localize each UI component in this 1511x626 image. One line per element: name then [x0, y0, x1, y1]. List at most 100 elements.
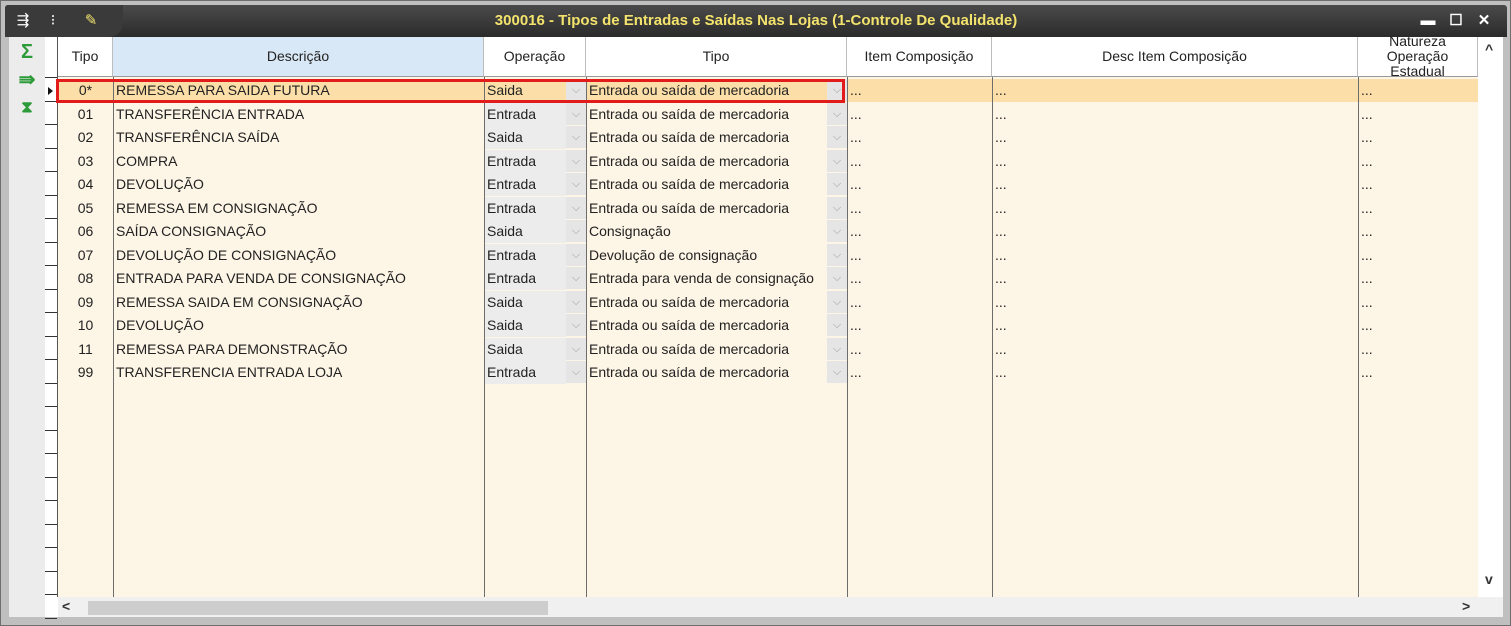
cell-natureza[interactable]: ...	[1358, 361, 1478, 384]
cell-operacao[interactable]: Entrada	[484, 103, 566, 126]
cell-natureza[interactable]: ...	[1358, 314, 1478, 337]
dropdown-chevron-icon[interactable]: ⌵	[566, 173, 586, 195]
dropdown-chevron-icon[interactable]: ⌵	[827, 338, 847, 360]
cell-desc-item-composicao[interactable]: ...	[992, 103, 1358, 126]
cell-tipo[interactable]: 04	[58, 173, 113, 196]
cell-item-composicao[interactable]: ...	[847, 361, 992, 384]
cell-tipo[interactable]: 02	[58, 126, 113, 149]
dropdown-chevron-icon[interactable]: ⌵	[566, 267, 586, 289]
cell-natureza[interactable]: ...	[1358, 291, 1478, 314]
cell-natureza[interactable]: ...	[1358, 197, 1478, 220]
cell-item-composicao[interactable]: ...	[847, 338, 992, 361]
cell-descricao[interactable]: SAÍDA CONSIGNAÇÃO	[113, 220, 484, 243]
dropdown-chevron-icon[interactable]: ⌵	[566, 338, 586, 360]
cell-tipo[interactable]: 08	[58, 267, 113, 290]
dropdown-chevron-icon[interactable]: ⌵	[827, 150, 847, 172]
cell-descricao[interactable]: ENTRADA PARA VENDA DE CONSIGNAÇÃO	[113, 267, 484, 290]
minimize-button[interactable]: ▬	[1417, 11, 1439, 31]
cell-operacao[interactable]: Saida	[484, 314, 566, 337]
cell-descricao[interactable]: DEVOLUÇÃO DE CONSIGNAÇÃO	[113, 244, 484, 267]
cell-item-composicao[interactable]: ...	[847, 173, 992, 196]
cell-operacao[interactable]: Saida	[484, 291, 566, 314]
cell-item-composicao[interactable]: ...	[847, 220, 992, 243]
cell-tipo2[interactable]: Devolução de consignação	[586, 244, 827, 267]
cell-operacao[interactable]: Saida	[484, 126, 566, 149]
data-grid[interactable]: Tipo Descrição Operação Tipo Item Compos…	[45, 34, 1503, 619]
cell-operacao[interactable]: Entrada	[484, 173, 566, 196]
cell-desc-item-composicao[interactable]: ...	[992, 338, 1358, 361]
dropdown-chevron-icon[interactable]: ⌵	[827, 197, 847, 219]
cell-operacao[interactable]: Entrada	[484, 150, 566, 173]
cell-tipo[interactable]: 01	[58, 103, 113, 126]
cell-desc-item-composicao[interactable]: ...	[992, 314, 1358, 337]
cell-tipo2[interactable]: Entrada ou saída de mercadoria	[586, 173, 827, 196]
dropdown-chevron-icon[interactable]: ⌵	[827, 291, 847, 313]
dropdown-chevron-icon[interactable]: ⌵	[566, 126, 586, 148]
col-header-descricao[interactable]: Descrição	[113, 37, 484, 77]
cell-operacao[interactable]: Entrada	[484, 361, 566, 384]
cell-desc-item-composicao[interactable]: ...	[992, 173, 1358, 196]
cell-tipo2[interactable]: Entrada para venda de consignação	[586, 267, 827, 290]
cell-natureza[interactable]: ...	[1358, 244, 1478, 267]
filter-icon[interactable]: ⧗	[15, 97, 39, 119]
cell-descricao[interactable]: DEVOLUÇÃO	[113, 314, 484, 337]
cell-desc-item-composicao[interactable]: ...	[992, 197, 1358, 220]
scroll-right-arrow[interactable]: >	[1462, 598, 1470, 614]
cell-item-composicao[interactable]: ...	[847, 150, 992, 173]
col-header-desc-item-composicao[interactable]: Desc Item Composição	[992, 37, 1358, 77]
cell-operacao[interactable]: Saida	[484, 220, 566, 243]
dropdown-chevron-icon[interactable]: ⌵	[827, 314, 847, 336]
close-button[interactable]: ✕	[1473, 11, 1495, 31]
dropdown-chevron-icon[interactable]: ⌵	[827, 173, 847, 195]
cell-tipo2[interactable]: Entrada ou saída de mercadoria	[586, 103, 827, 126]
cell-descricao[interactable]: COMPRA	[113, 150, 484, 173]
dropdown-chevron-icon[interactable]: ⌵	[827, 103, 847, 125]
dropdown-chevron-icon[interactable]: ⌵	[566, 361, 586, 383]
cell-tipo2[interactable]: Entrada ou saída de mercadoria	[586, 197, 827, 220]
cell-tipo[interactable]: 09	[58, 291, 113, 314]
cell-desc-item-composicao[interactable]: ...	[992, 220, 1358, 243]
scroll-up-arrow[interactable]: ^	[1485, 41, 1493, 57]
cell-tipo2[interactable]: Entrada ou saída de mercadoria	[586, 314, 827, 337]
maximize-button[interactable]: ☐	[1445, 11, 1467, 31]
horizontal-scrollbar[interactable]: < >	[58, 597, 1503, 617]
cell-item-composicao[interactable]: ...	[847, 267, 992, 290]
cell-item-composicao[interactable]: ...	[847, 103, 992, 126]
dropdown-chevron-icon[interactable]: ⌵	[566, 291, 586, 313]
dropdown-chevron-icon[interactable]: ⌵	[566, 244, 586, 266]
scroll-down-arrow[interactable]: v	[1485, 571, 1493, 587]
col-header-item-composicao[interactable]: Item Composição	[847, 37, 992, 77]
cell-tipo2[interactable]: Consignação	[586, 220, 827, 243]
dropdown-chevron-icon[interactable]: ⌵	[566, 314, 586, 336]
cell-tipo2[interactable]: Entrada ou saída de mercadoria	[586, 150, 827, 173]
cell-item-composicao[interactable]: ...	[847, 79, 992, 102]
cell-natureza[interactable]: ...	[1358, 150, 1478, 173]
col-header-operacao[interactable]: Operação	[484, 37, 586, 77]
sum-icon[interactable]: Σ	[15, 41, 39, 63]
dropdown-chevron-icon[interactable]: ⌵	[827, 220, 847, 242]
cell-tipo[interactable]: 03	[58, 150, 113, 173]
cell-item-composicao[interactable]: ...	[847, 291, 992, 314]
cell-natureza[interactable]: ...	[1358, 126, 1478, 149]
dropdown-chevron-icon[interactable]: ⌵	[566, 197, 586, 219]
cell-tipo[interactable]: 99	[58, 361, 113, 384]
export-green-icon[interactable]: ⇛	[15, 69, 39, 91]
col-header-tipo2[interactable]: Tipo	[586, 37, 847, 77]
horizontal-scroll-thumb[interactable]	[88, 601, 548, 615]
cell-item-composicao[interactable]: ...	[847, 126, 992, 149]
col-header-tipo[interactable]: Tipo	[58, 37, 113, 77]
cell-desc-item-composicao[interactable]: ...	[992, 150, 1358, 173]
cell-operacao[interactable]: Entrada	[484, 244, 566, 267]
title-bar[interactable]: ⇶ ⁝ ✎ 300016 - Tipos de Entradas e Saída…	[5, 5, 1507, 37]
cell-natureza[interactable]: ...	[1358, 267, 1478, 290]
cell-descricao[interactable]: DEVOLUÇÃO	[113, 173, 484, 196]
dropdown-chevron-icon[interactable]: ⌵	[566, 150, 586, 172]
cell-tipo2[interactable]: Entrada ou saída de mercadoria	[586, 338, 827, 361]
cell-tipo2[interactable]: Entrada ou saída de mercadoria	[586, 126, 827, 149]
cell-natureza[interactable]: ...	[1358, 103, 1478, 126]
cell-tipo[interactable]: 10	[58, 314, 113, 337]
cell-desc-item-composicao[interactable]: ...	[992, 126, 1358, 149]
cell-operacao[interactable]: Entrada	[484, 197, 566, 220]
dropdown-chevron-icon[interactable]: ⌵	[566, 103, 586, 125]
dropdown-chevron-icon[interactable]: ⌵	[827, 361, 847, 383]
